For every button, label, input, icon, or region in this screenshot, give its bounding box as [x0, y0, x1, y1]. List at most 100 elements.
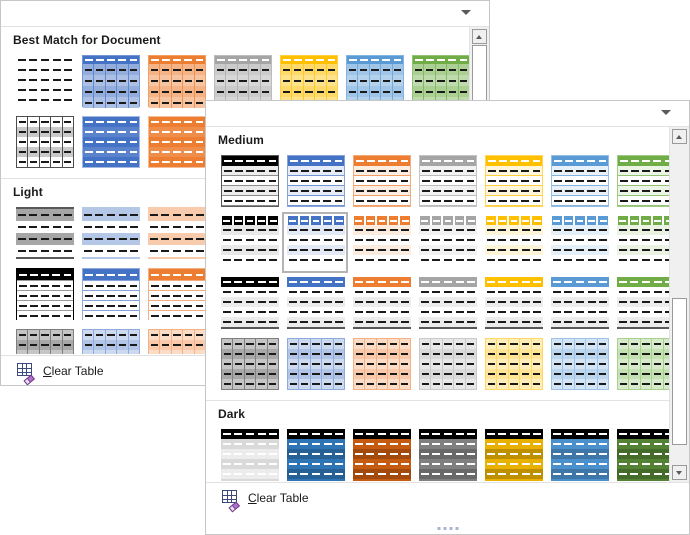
table-style-thumbnail[interactable] [551, 338, 609, 390]
table-style-thumbnail[interactable] [353, 338, 411, 390]
table-style-option[interactable] [414, 334, 480, 395]
chevron-down-icon[interactable] [661, 110, 671, 115]
table-style-option[interactable] [143, 203, 209, 264]
table-style-option[interactable] [480, 425, 546, 482]
table-style-option[interactable] [216, 212, 282, 273]
table-style-thumbnail[interactable] [16, 55, 74, 107]
table-style-thumbnail[interactable] [16, 116, 74, 168]
table-style-option[interactable] [282, 334, 348, 395]
table-style-option[interactable] [612, 425, 669, 482]
table-style-thumbnail[interactable] [617, 216, 669, 268]
table-style-thumbnail[interactable] [82, 116, 140, 168]
table-style-thumbnail[interactable] [419, 155, 477, 207]
table-style-option[interactable] [612, 212, 669, 273]
dropdown-scrollbar[interactable] [669, 127, 689, 482]
table-style-thumbnail[interactable] [287, 338, 345, 390]
table-style-option[interactable] [77, 203, 143, 264]
table-style-option[interactable] [480, 273, 546, 334]
table-style-option[interactable] [216, 334, 282, 395]
table-style-thumbnail[interactable] [617, 277, 669, 329]
table-style-thumbnail[interactable] [419, 216, 477, 268]
table-style-option[interactable] [348, 334, 414, 395]
table-style-thumbnail[interactable] [287, 429, 345, 481]
table-style-thumbnail[interactable] [353, 155, 411, 207]
table-style-option[interactable] [11, 264, 77, 325]
table-style-option[interactable] [282, 425, 348, 482]
table-style-option[interactable] [11, 203, 77, 264]
table-style-thumbnail[interactable] [485, 155, 543, 207]
table-style-option-selected[interactable] [282, 212, 348, 273]
table-style-thumbnail[interactable] [551, 277, 609, 329]
table-style-thumbnail[interactable] [221, 429, 279, 481]
table-style-option[interactable] [11, 112, 77, 173]
table-style-thumbnail[interactable] [485, 338, 543, 390]
table-style-thumbnail[interactable] [419, 338, 477, 390]
table-style-thumbnail[interactable] [82, 329, 140, 354]
table-style-option[interactable] [414, 212, 480, 273]
table-style-option[interactable] [77, 325, 143, 354]
table-style-thumbnail[interactable] [287, 277, 345, 329]
table-style-option[interactable] [414, 151, 480, 212]
table-style-thumbnail[interactable] [485, 216, 543, 268]
table-style-thumbnail[interactable] [617, 429, 669, 481]
table-style-option[interactable] [612, 334, 669, 395]
table-style-thumbnail[interactable] [221, 338, 279, 390]
table-style-option[interactable] [77, 51, 143, 112]
table-style-thumbnail[interactable] [148, 207, 206, 259]
table-style-thumbnail[interactable] [551, 155, 609, 207]
table-style-thumbnail[interactable] [353, 429, 411, 481]
table-style-thumbnail[interactable] [16, 207, 74, 259]
table-style-option[interactable] [143, 264, 209, 325]
table-style-thumbnail[interactable] [485, 277, 543, 329]
table-style-option[interactable] [348, 212, 414, 273]
table-style-thumbnail[interactable] [485, 429, 543, 481]
table-style-thumbnail[interactable] [82, 207, 140, 259]
table-style-thumbnail[interactable] [287, 216, 345, 268]
table-style-thumbnail[interactable] [148, 329, 206, 354]
scroll-up-icon[interactable] [472, 29, 487, 44]
table-style-option[interactable] [282, 151, 348, 212]
table-style-option[interactable] [11, 325, 77, 354]
table-styles-gallery-dropdown[interactable]: Medium Dark Clear Table [205, 100, 690, 535]
table-style-thumbnail[interactable] [551, 429, 609, 481]
table-style-option[interactable] [546, 212, 612, 273]
table-style-option[interactable] [216, 151, 282, 212]
table-style-option[interactable] [143, 325, 209, 354]
table-style-option[interactable] [546, 151, 612, 212]
table-style-option[interactable] [414, 425, 480, 482]
table-style-thumbnail[interactable] [353, 216, 411, 268]
table-style-thumbnail[interactable] [221, 216, 279, 268]
table-style-option[interactable] [348, 151, 414, 212]
table-style-option[interactable] [77, 264, 143, 325]
table-style-thumbnail[interactable] [353, 277, 411, 329]
table-style-option[interactable] [612, 151, 669, 212]
clear-table-button[interactable]: Clear Table [13, 360, 108, 386]
table-style-thumbnail[interactable] [16, 329, 74, 354]
table-style-option[interactable] [143, 51, 209, 112]
table-style-thumbnail[interactable] [148, 116, 206, 168]
table-style-option[interactable] [480, 334, 546, 395]
table-style-thumbnail[interactable] [617, 155, 669, 207]
table-style-option[interactable] [546, 334, 612, 395]
table-style-option[interactable] [11, 51, 77, 112]
table-style-option[interactable] [546, 425, 612, 482]
table-style-thumbnail[interactable] [16, 268, 74, 320]
table-style-option[interactable] [216, 273, 282, 334]
table-style-option[interactable] [480, 212, 546, 273]
table-style-thumbnail[interactable] [221, 155, 279, 207]
table-style-thumbnail[interactable] [287, 155, 345, 207]
table-style-option[interactable] [143, 112, 209, 173]
table-style-option[interactable] [612, 273, 669, 334]
table-style-option[interactable] [216, 425, 282, 482]
table-style-thumbnail[interactable] [221, 277, 279, 329]
table-style-thumbnail[interactable] [617, 338, 669, 390]
resize-grip[interactable] [437, 527, 458, 530]
table-style-option[interactable] [348, 425, 414, 482]
scroll-down-icon[interactable] [672, 465, 687, 480]
table-style-thumbnail[interactable] [82, 55, 140, 108]
table-style-thumbnail[interactable] [419, 277, 477, 329]
table-style-option[interactable] [546, 273, 612, 334]
table-style-thumbnail[interactable] [551, 216, 609, 268]
table-style-option[interactable] [77, 112, 143, 173]
scrollbar-thumb[interactable] [672, 298, 687, 445]
